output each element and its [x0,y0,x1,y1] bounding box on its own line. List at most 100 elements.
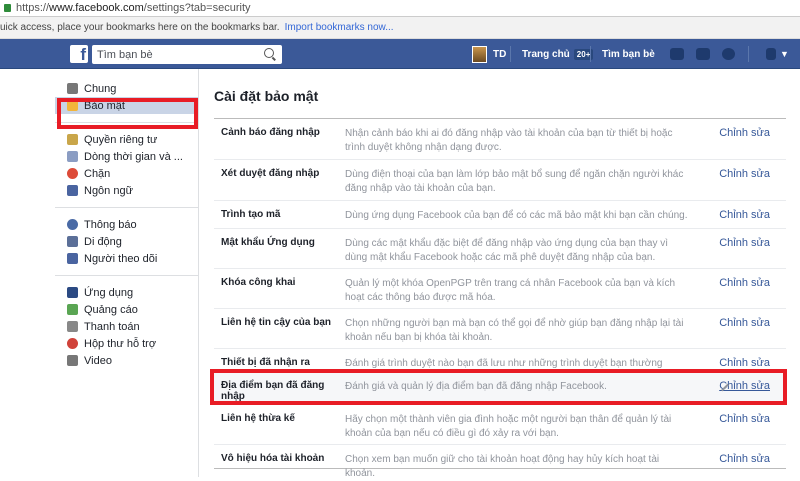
facebook-logo-icon[interactable]: f [70,45,88,63]
messages-icon[interactable] [696,48,710,60]
home-link[interactable]: Trang chủ 20+ [522,39,594,69]
edit-link[interactable]: Chỉnh sửa [719,209,770,222]
sidebar-item[interactable]: Người theo dõi [55,250,198,267]
sidebar-item[interactable]: Ứng dụng [55,284,198,301]
sidebar-item-label: Thông báo [84,218,137,231]
setting-label: Xét duyệt đăng nhập [221,168,320,179]
settings-row[interactable]: Khóa công khai Quản lý một khóa OpenPGP … [214,268,786,308]
search-placeholder: Tìm bạn bè [97,48,153,61]
bookmarks-hint: uick access, place your bookmarks here o… [0,22,280,33]
settings-row[interactable]: Trình tạo mã Dùng ứng dụng Facebook của … [214,200,786,228]
sidebar-item[interactable]: Quảng cáo [55,301,198,318]
setting-label: Liên hệ tin cậy của bạn [221,317,332,328]
setting-description: Nhận cảnh báo khi ai đó đăng nhập vào tà… [345,128,673,153]
sidebar-item-label: Chặn [84,167,111,180]
rss-icon [67,253,78,264]
sidebar-item[interactable]: Hộp thư hỗ trợ [55,335,198,352]
setting-label: Khóa công khai [221,277,296,288]
sidebar-item-label: Quảng cáo [84,303,138,316]
mobile-icon [67,236,78,247]
highlight-annotation [57,98,198,129]
highlight-annotation [210,369,787,405]
settings-row[interactable]: Xét duyệt đăng nhập Dùng điện thoại của … [214,159,786,200]
setting-description: Hãy chọn một thành viên gia đình hoặc mộ… [345,414,672,439]
url-text[interactable]: https://www.facebook.com/settings?tab=se… [16,2,251,14]
film-icon [67,355,78,366]
gear-icon [67,83,78,94]
setting-description: Dùng điện thoại của bạn làm lớp bảo mật … [345,169,684,194]
import-bookmarks-link[interactable]: Import bookmarks now... [285,22,394,33]
settings-row[interactable]: Thiết bị đã nhận ra Đánh giá trình duyệt… [214,348,786,383]
sidebar-item[interactable]: Chung [55,80,198,97]
sidebar-item[interactable]: Video [55,352,198,369]
security-settings: Cài đặt bảo mật Cảnh báo đăng nhập Nhận … [214,88,786,479]
sidebar-item[interactable]: Quyền riêng tư [55,131,198,148]
facebook-header: f Tìm bạn bè TD Trang chủ 20+ Tìm bạn bè… [0,39,800,69]
apps-icon [67,287,78,298]
sidebar-divider [55,275,198,276]
settings-row[interactable]: Cảnh báo đăng nhập Nhận cảnh báo khi ai … [214,119,786,159]
edit-link[interactable]: Chỉnh sửa [719,127,770,153]
search-icon[interactable] [264,48,274,58]
sidebar-item[interactable]: Di động [55,233,198,250]
settings-row[interactable]: Vô hiệu hóa tài khoản Chọn xem bạn muốn … [214,444,786,479]
profile-link[interactable]: TD [493,49,506,60]
edit-link[interactable]: Chỉnh sửa [719,237,770,262]
sidebar-item-label: Dòng thời gian và ... [84,150,183,163]
lock-icon [67,134,78,145]
setting-description: Chọn xem bạn muốn giữ cho tài khoản hoạt… [345,454,660,479]
url-prefix: https:// [16,2,50,14]
sidebar-item[interactable]: Dòng thời gian và ... [55,148,198,165]
address-bar[interactable]: https://www.facebook.com/settings?tab=se… [0,0,800,17]
friend-requests-icon[interactable] [670,48,684,60]
avatar[interactable] [472,45,487,63]
divider [510,46,511,62]
edit-link[interactable]: Chỉnh sửa [719,168,770,194]
sidebar-item-label: Ngôn ngữ [84,184,133,197]
settings-row[interactable]: Liên hệ tin cậy của bạn Chọn những người… [214,308,786,348]
setting-description: Quản lý một khóa OpenPGP trên trang cá n… [345,278,676,303]
setting-label: Thiết bị đã nhận ra [221,357,310,368]
sidebar-item-label: Hộp thư hỗ trợ [84,337,157,350]
find-friends-link[interactable]: Tìm bạn bè [602,49,655,60]
page-title: Cài đặt bảo mật [214,88,319,104]
lifebuoy-icon [67,338,78,349]
sidebar-item-label: Thanh toán [84,320,140,333]
language-icon [67,185,78,196]
ads-icon [67,304,78,315]
sidebar-item[interactable]: Thanh toán [55,318,198,335]
setting-description: Dùng ứng dụng Facebook của bạn để có các… [345,210,688,221]
edit-link[interactable]: Chỉnh sửa [719,317,770,342]
sidebar-item-label: Người theo dõi [84,252,158,265]
edit-link[interactable]: Chỉnh sửa [719,413,770,438]
sidebar-divider [55,207,198,208]
url-domain: www.facebook.com [49,2,144,14]
settings-row[interactable]: Liên hệ thừa kế Hãy chọn một thành viên … [214,404,786,444]
setting-description: Dùng các mật khẩu đặc biệt để đăng nhập … [345,238,669,263]
sidebar-item-label: Ứng dụng [84,286,134,299]
card-icon [67,321,78,332]
divider [590,46,591,62]
search-input[interactable]: Tìm bạn bè [92,45,282,64]
notifications-globe-icon[interactable] [722,48,735,60]
edit-link[interactable]: Chỉnh sửa [719,277,770,302]
settings-row[interactable]: Mật khẩu Ứng dụng Dùng các mật khẩu đặc … [214,228,786,268]
edit-link[interactable]: Chỉnh sửa [719,357,770,369]
sidebar-item[interactable]: Chặn [55,165,198,182]
bookmarks-bar: uick access, place your bookmarks here o… [0,17,800,39]
sidebar-item[interactable]: Thông báo [55,216,198,233]
account-menu-chevron-icon[interactable]: ▼ [780,49,789,59]
edit-link[interactable]: Chỉnh sửa [719,453,770,465]
divider [748,46,749,62]
sidebar-item[interactable]: Ngôn ngữ [55,182,198,199]
setting-label: Vô hiệu hóa tài khoản [221,453,325,464]
setting-description: Đánh giá trình duyệt nào bạn đã lưu như … [345,358,663,383]
setting-label: Mật khẩu Ứng dụng [221,237,315,248]
block-icon [67,168,78,179]
lock-icon [4,4,11,12]
privacy-shortcuts-icon[interactable] [766,48,776,60]
home-label: Trang chủ [522,48,570,60]
sidebar-item-label: Di động [84,235,122,248]
setting-description: Chọn những người bạn mà bạn có thể gọi đ… [345,318,684,343]
setting-label: Trình tạo mã [221,209,281,220]
